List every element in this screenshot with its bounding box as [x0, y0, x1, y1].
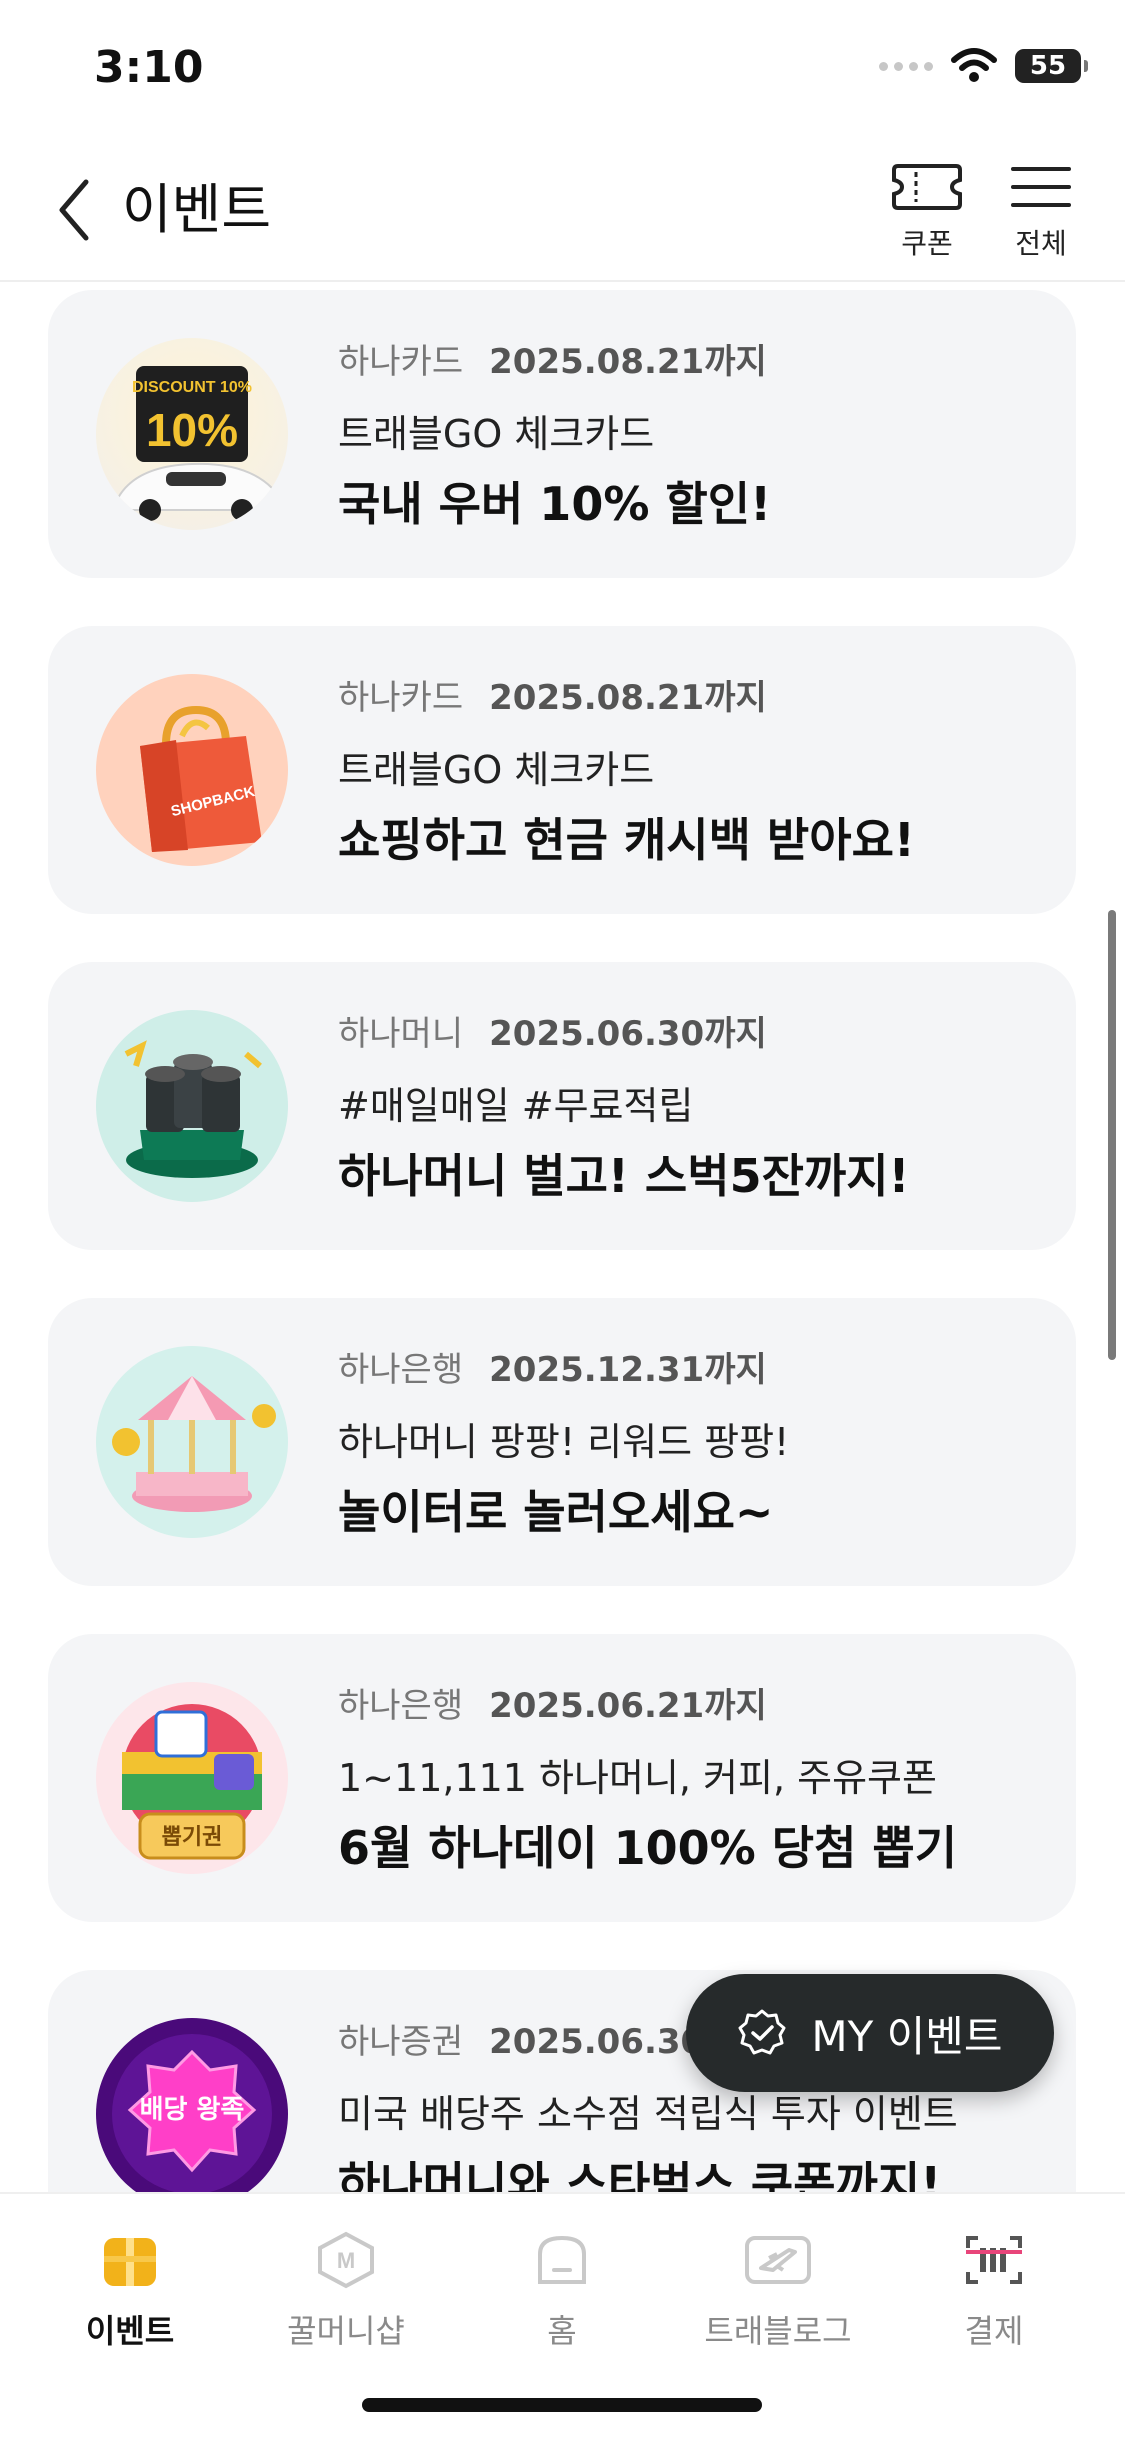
my-event-label: MY 이벤트: [811, 2011, 1003, 2061]
tab-label: 트래블로그: [704, 2312, 852, 2350]
tab-money-shop[interactable]: M 꿀머니샵: [246, 2230, 446, 2352]
battery-icon: 55: [1015, 49, 1088, 83]
tab-label: 홈: [547, 2312, 577, 2350]
gift-icon: [104, 2238, 156, 2286]
back-button[interactable]: [44, 170, 104, 250]
tab-payment[interactable]: 결제: [894, 2230, 1094, 2352]
money-shop-icon: M: [318, 2231, 374, 2289]
event-title: 하나머니 벌고! 스벅5잔까지!: [338, 1149, 910, 1203]
wifi-icon: [951, 48, 997, 82]
event-subtitle: #매일매일 #무료적립: [338, 1084, 694, 1128]
svg-text:M: M: [337, 2248, 355, 2273]
cellular-signal-icon: [879, 61, 933, 71]
event-deadline: 2025.12.31까지: [489, 1350, 767, 1390]
event-issuer: 하나카드: [338, 342, 464, 382]
event-issuer: 하나증권: [338, 2022, 464, 2062]
event-title: 쇼핑하고 현금 캐시백 받아요!: [338, 813, 915, 867]
discount-text: DISCOUNT 10%: [132, 379, 252, 396]
event-card[interactable]: 하나머니 2025.06.30까지 #매일매일 #무료적립 하나머니 벌고! 스벅…: [48, 962, 1076, 1250]
tab-label: 결제: [964, 2312, 1024, 2350]
lottery-ticket-text: 뽑기권: [162, 1825, 223, 1850]
dividend-text: 배당 왕족: [140, 2095, 245, 2125]
event-title: 놀이터로 놀러오세요~: [338, 1485, 774, 1539]
tab-label: 이벤트: [85, 2312, 175, 2350]
status-bar: 3:10 55: [0, 0, 1125, 140]
event-title: 6월 하나데이 100% 당첨 뽑기: [338, 1821, 958, 1875]
ticket-icon: [892, 164, 962, 210]
check-badge-icon: [738, 2009, 786, 2055]
event-deadline: 2025.06.30까지: [489, 1014, 767, 1054]
status-icons: 55: [879, 48, 1088, 84]
event-deadline: 2025.08.21까지: [489, 342, 767, 382]
event-issuer: 하나은행: [338, 1350, 464, 1390]
event-deadline: 2025.08.21까지: [489, 678, 767, 718]
event-subtitle: 트래블GO 체크카드: [338, 412, 655, 456]
tab-home[interactable]: 홈: [462, 2230, 662, 2352]
page-title: 이벤트: [122, 178, 272, 241]
coupon-label: 쿠폰: [901, 227, 953, 260]
home-icon: [538, 2235, 586, 2284]
home-indicator: [362, 2398, 762, 2412]
scrollbar[interactable]: [1108, 910, 1116, 1360]
all-menu-label: 전체: [1015, 227, 1067, 260]
tab-travel-log[interactable]: 트래블로그: [678, 2230, 878, 2352]
all-menu-button[interactable]: 전체: [996, 162, 1086, 262]
coffee-cups-hat-thumbnail: [96, 1010, 288, 1202]
coupon-button[interactable]: 쿠폰: [882, 162, 972, 262]
event-issuer: 하나은행: [338, 1686, 464, 1726]
event-card[interactable]: DISCOUNT 10% 10% 하나카드 2025.08.21까지 트래블GO …: [48, 290, 1076, 578]
svg-text:10%: 10%: [146, 404, 238, 456]
dividend-badge-thumbnail: 배당 왕족: [96, 2018, 288, 2210]
lottery-ticket-thumbnail: 뽑기권: [96, 1682, 288, 1874]
event-deadline: 2025.06.21까지: [489, 1686, 767, 1726]
event-issuer: 하나머니: [338, 1014, 464, 1054]
shopping-bag-thumbnail: SHOPBACK: [96, 674, 288, 866]
plane-icon: [745, 2236, 811, 2284]
hamburger-menu-icon: [1011, 167, 1071, 207]
event-title: 국내 우버 10% 할인!: [338, 477, 772, 531]
my-event-button[interactable]: MY 이벤트: [686, 1974, 1054, 2092]
event-card[interactable]: 하나은행 2025.12.31까지 하나머니 팡팡! 리워드 팡팡! 놀이터로 놀…: [48, 1298, 1076, 1586]
tab-event[interactable]: 이벤트: [30, 2230, 230, 2352]
event-subtitle: 1~11,111 하나머니, 커피, 주유쿠폰: [338, 1756, 937, 1800]
event-card[interactable]: SHOPBACK 하나카드 2025.08.21까지 트래블GO 체크카드 쇼핑하…: [48, 626, 1076, 914]
event-subtitle: 트래블GO 체크카드: [338, 748, 655, 792]
uber-discount-thumbnail: DISCOUNT 10% 10%: [96, 338, 288, 530]
carousel-thumbnail: [96, 1346, 288, 1538]
status-time: 3:10: [94, 42, 204, 93]
nav-bar: 이벤트 쿠폰 전체: [0, 140, 1125, 282]
tab-label: 꿀머니샵: [287, 2312, 405, 2350]
barcode-scan-icon: [966, 2236, 1022, 2284]
event-card[interactable]: 뽑기권 하나은행 2025.06.21까지 1~11,111 하나머니, 커피, …: [48, 1634, 1076, 1922]
event-subtitle: 하나머니 팡팡! 리워드 팡팡!: [338, 1420, 790, 1464]
event-issuer: 하나카드: [338, 678, 464, 718]
chevron-left-icon: [59, 179, 89, 241]
